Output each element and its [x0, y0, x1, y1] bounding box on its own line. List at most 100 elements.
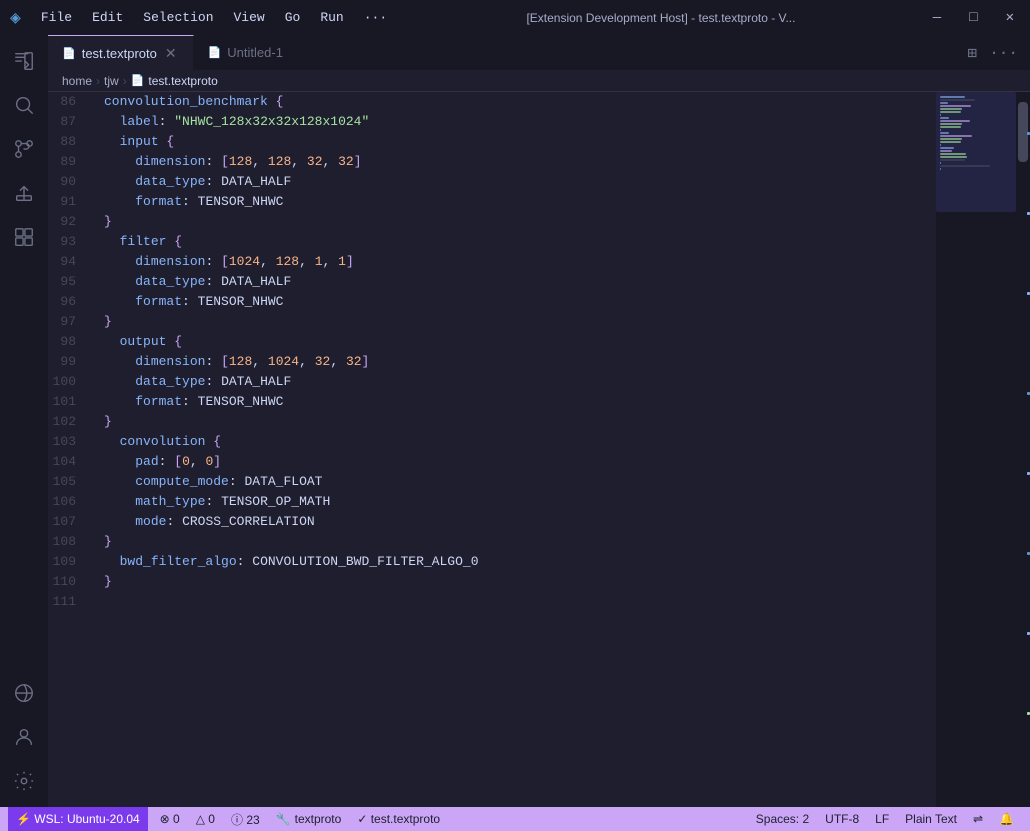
line-number-110: 110: [48, 572, 84, 592]
menu-bar: File Edit Selection View Go Run ···: [33, 6, 395, 29]
status-bell-icon[interactable]: 🔔: [991, 807, 1022, 831]
line-number-88: 88: [48, 132, 84, 152]
tab-untitled-1[interactable]: 📄 Untitled-1: [194, 35, 298, 70]
activity-account[interactable]: [6, 719, 42, 755]
status-warnings[interactable]: △ 0: [188, 807, 223, 831]
minimap-line-91: [940, 111, 961, 113]
minimap-slider[interactable]: [936, 92, 1016, 212]
code-line-111: [104, 592, 936, 612]
status-bar: ⚡ WSL: Ubuntu-20.04 ⊗ 0 △ 0 ⓘ 23 🔧 textp…: [0, 807, 1030, 831]
breadcrumb-sep-1: ›: [96, 74, 100, 88]
split-editor-button[interactable]: ⊞: [964, 39, 982, 67]
code-line-105: compute_mode: DATA_FLOAT: [104, 472, 936, 492]
line-number-103: 103: [48, 432, 84, 452]
tabs-bar: 📄 test.textproto ✕ 📄 Untitled-1 ⊞ ···: [48, 35, 1030, 70]
breadcrumb-sep-2: ›: [123, 74, 127, 88]
breadcrumb-home[interactable]: home: [62, 74, 92, 88]
minimap-line-97: [940, 129, 941, 131]
line-number-86: 86: [48, 92, 84, 112]
minimap-line-90: [940, 108, 962, 110]
window-controls: — □ ✕: [927, 7, 1020, 28]
code-line-103: convolution {: [104, 432, 936, 452]
breadcrumb-filename[interactable]: test.textproto: [148, 74, 217, 88]
activity-bar: [0, 35, 48, 807]
status-info[interactable]: ⓘ 23: [223, 807, 268, 831]
editor-content[interactable]: 8687888990919293949596979899100101102103…: [48, 92, 1030, 807]
code-line-104: pad: [0, 0]: [104, 452, 936, 472]
line-numbers: 8687888990919293949596979899100101102103…: [48, 92, 96, 807]
code-line-101: format: TENSOR_NHWC: [104, 392, 936, 412]
status-remote-icon[interactable]: ⇌: [965, 807, 991, 831]
minimap-line-109: [940, 165, 990, 167]
status-encoding[interactable]: UTF-8: [817, 807, 867, 831]
vscode-logo: ◈: [10, 7, 21, 29]
tab-test-textproto[interactable]: 📄 test.textproto ✕: [48, 35, 194, 70]
status-language[interactable]: 🔧 textproto: [268, 807, 350, 831]
line-number-101: 101: [48, 392, 84, 412]
minimap-line-95: [940, 123, 962, 125]
line-number-100: 100: [48, 372, 84, 392]
activity-extensions[interactable]: [6, 219, 42, 255]
line-number-92: 92: [48, 212, 84, 232]
menu-file[interactable]: File: [33, 6, 80, 29]
tab-untitled-icon: 📄: [208, 46, 222, 59]
status-line-ending[interactable]: LF: [867, 807, 897, 831]
breadcrumb: home › tjw › 📄 test.textproto: [48, 70, 1030, 92]
breadcrumb-tjw[interactable]: tjw: [104, 74, 119, 88]
activity-remote[interactable]: [6, 675, 42, 711]
tab-close-button[interactable]: ✕: [163, 44, 179, 62]
menu-edit[interactable]: Edit: [84, 6, 131, 29]
status-file-check[interactable]: ✓ test.textproto: [349, 807, 448, 831]
minimap-line-102: [940, 144, 941, 146]
status-wsl[interactable]: ⚡ WSL: Ubuntu-20.04: [8, 807, 148, 831]
minimap-line-99: [940, 135, 972, 137]
line-number-102: 102: [48, 412, 84, 432]
activity-explorer[interactable]: [6, 43, 42, 79]
code-line-109: bwd_filter_algo: CONVOLUTION_BWD_FILTER_…: [104, 552, 936, 572]
minimap-line-101: [940, 141, 961, 143]
line-number-99: 99: [48, 352, 84, 372]
minimap-line-110: [940, 168, 941, 170]
minimize-button[interactable]: —: [927, 8, 947, 28]
code-line-88: input {: [104, 132, 936, 152]
more-actions-button[interactable]: ···: [985, 40, 1022, 66]
minimap-line-106: [940, 156, 967, 158]
menu-selection[interactable]: Selection: [135, 6, 221, 29]
code-line-89: dimension: [128, 128, 32, 32]: [104, 152, 936, 172]
status-mode[interactable]: Plain Text: [897, 807, 965, 831]
line-number-111: 111: [48, 592, 84, 612]
vertical-scrollbar[interactable]: [1016, 92, 1030, 807]
code-line-90: data_type: DATA_HALF: [104, 172, 936, 192]
menu-run[interactable]: Run: [312, 6, 351, 29]
code-line-99: dimension: [128, 1024, 32, 32]: [104, 352, 936, 372]
window-title: [Extension Development Host] - test.text…: [403, 11, 919, 25]
status-spaces[interactable]: Spaces: 2: [748, 807, 817, 831]
minimap-line-87: [940, 99, 975, 101]
activity-search[interactable]: [6, 87, 42, 123]
menu-more[interactable]: ···: [356, 6, 395, 29]
maximize-button[interactable]: □: [963, 8, 983, 28]
menu-go[interactable]: Go: [277, 6, 309, 29]
minimap[interactable]: [936, 92, 1016, 807]
code-area[interactable]: convolution_benchmark { label: "NHWC_128…: [96, 92, 936, 807]
code-line-94: dimension: [1024, 128, 1, 1]: [104, 252, 936, 272]
activity-settings[interactable]: [6, 763, 42, 799]
code-line-87: label: "NHWC_128x32x32x128x1024": [104, 112, 936, 132]
minimap-line-100: [940, 138, 962, 140]
minimap-line-107: [940, 159, 965, 161]
minimap-line-89: [940, 105, 971, 107]
code-line-98: output {: [104, 332, 936, 352]
activity-source-control[interactable]: [6, 131, 42, 167]
code-line-107: mode: CROSS_CORRELATION: [104, 512, 936, 532]
editor-area: 📄 test.textproto ✕ 📄 Untitled-1 ⊞ ··· ho…: [48, 35, 1030, 807]
line-number-109: 109: [48, 552, 84, 572]
minimap-line-105: [940, 153, 966, 155]
status-errors[interactable]: ⊗ 0: [152, 807, 188, 831]
close-button[interactable]: ✕: [1000, 7, 1020, 28]
line-number-98: 98: [48, 332, 84, 352]
line-number-95: 95: [48, 272, 84, 292]
activity-run-debug[interactable]: [6, 175, 42, 211]
minimap-line-88: [940, 102, 948, 104]
menu-view[interactable]: View: [226, 6, 273, 29]
line-number-90: 90: [48, 172, 84, 192]
